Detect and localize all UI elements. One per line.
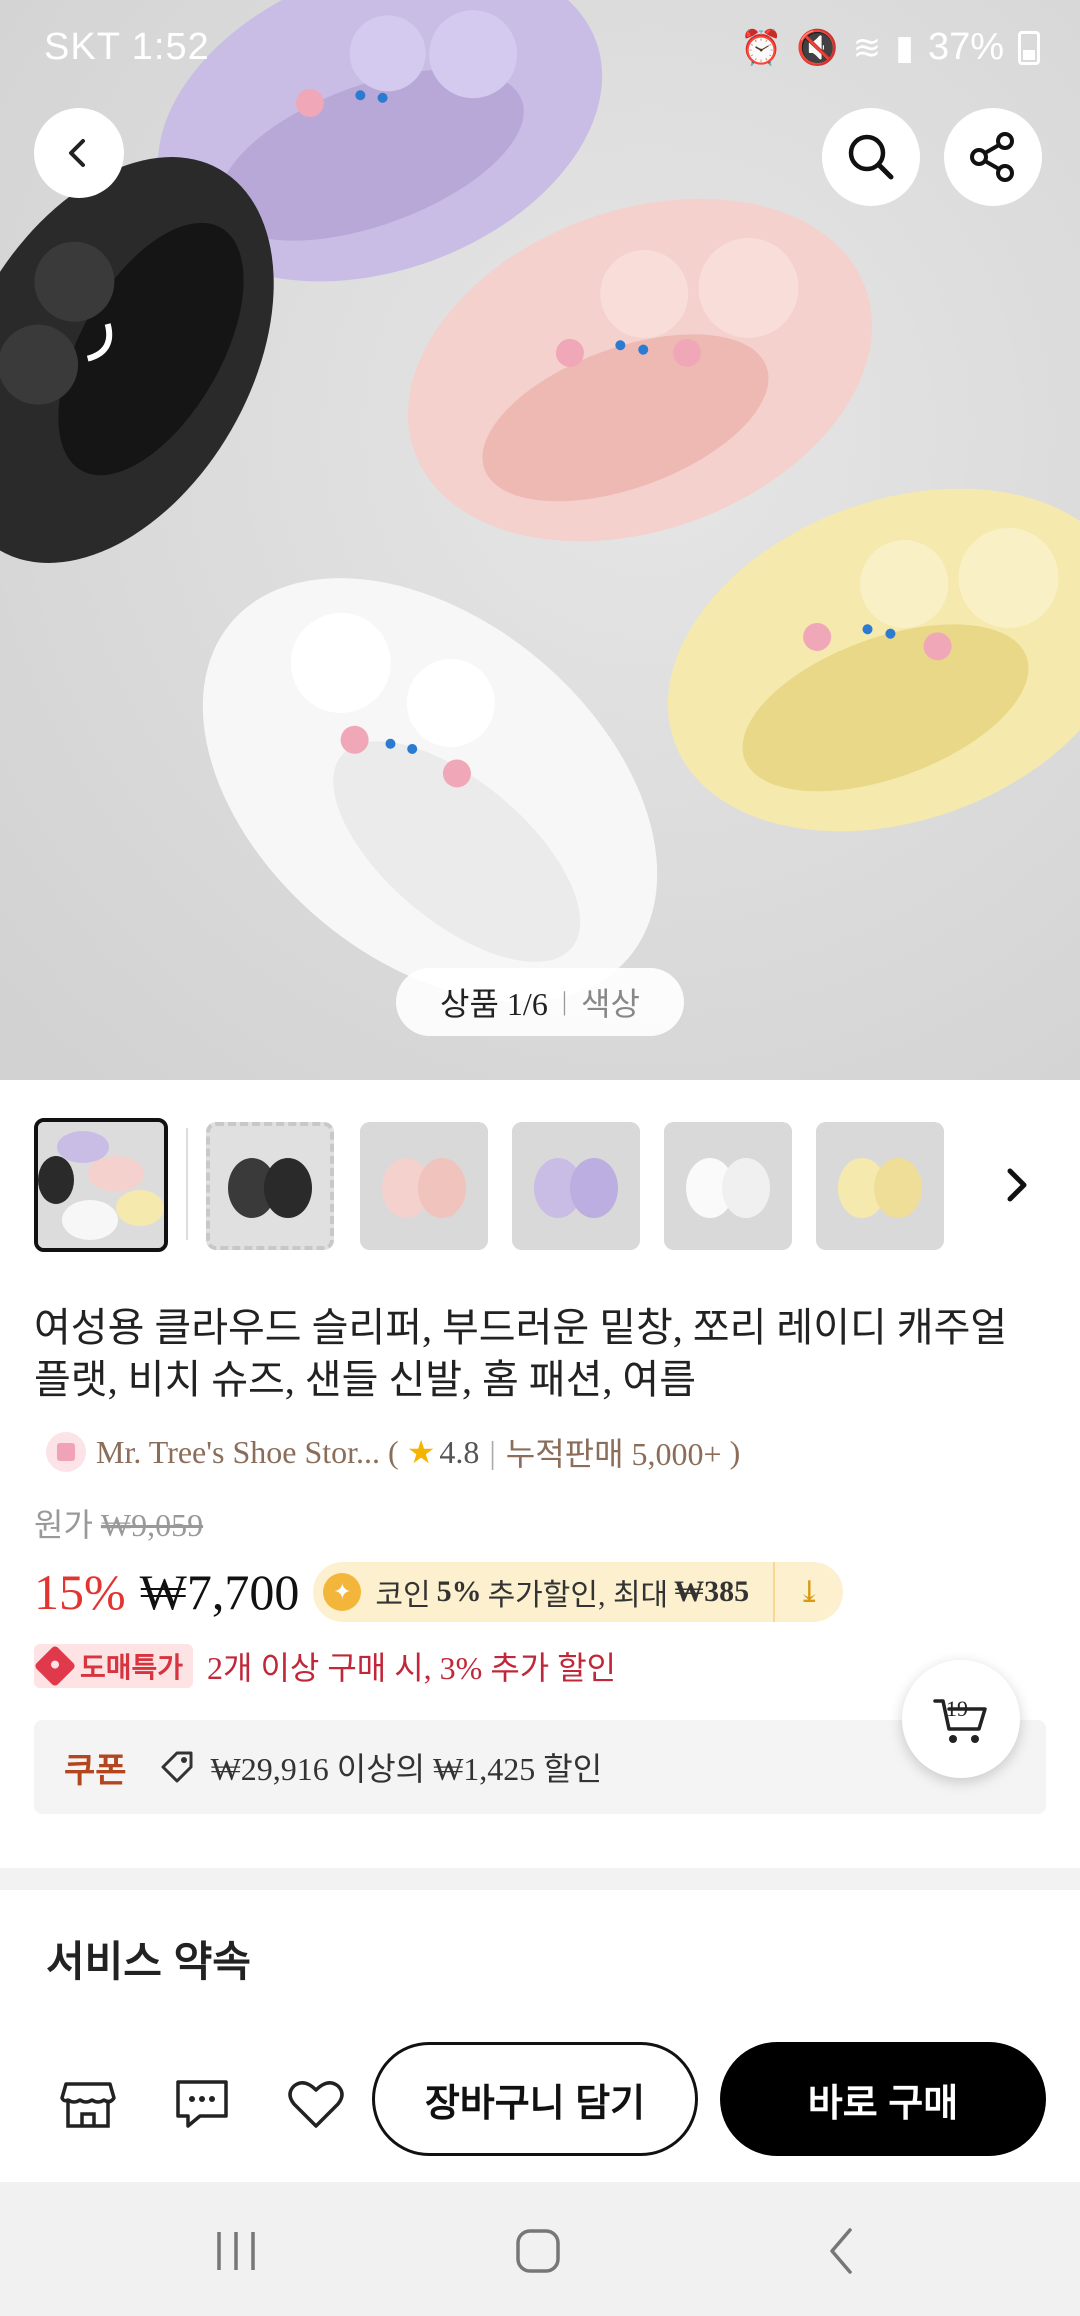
coupon-text: ₩29,916 이상의 ₩1,425 할인 — [210, 1751, 603, 1787]
thumbnail-divider — [186, 1128, 188, 1240]
floating-cart-button[interactable]: 19 — [902, 1660, 1020, 1778]
store-logo-icon — [46, 1432, 86, 1472]
thumbnail-image — [664, 1122, 792, 1250]
thumbnail-pink[interactable] — [360, 1122, 488, 1250]
chat-icon — [176, 2080, 228, 2128]
cart-count: 19 — [946, 1696, 968, 1721]
buy-now-button[interactable]: 바로 구매 — [720, 2042, 1046, 2156]
store-button[interactable] — [52, 2068, 124, 2140]
discount-percent: 15% — [34, 1564, 126, 1620]
thumbnail-image — [816, 1122, 944, 1250]
paren-open: ( — [380, 1433, 399, 1470]
signal-icon: ▮ — [895, 28, 914, 67]
thumbnail-strip — [34, 1118, 1080, 1252]
coin-discount-pill[interactable]: ✦ 코인 5% 추가할인, 최대 ₩385 ⤓ — [313, 1562, 844, 1622]
thumbnail-image — [512, 1122, 640, 1250]
thumbnail-image — [38, 1122, 164, 1248]
tab-product[interactable]: 상품 1/6 — [440, 979, 548, 1025]
star-icon: ★ — [406, 1434, 436, 1470]
chat-button[interactable] — [166, 2068, 238, 2140]
thumbnail-image — [228, 1158, 312, 1218]
battery-percent: 37% — [927, 26, 1004, 68]
wholesale-badge: 도매특가 — [33, 1644, 194, 1688]
product-image[interactable]: SKT 1:52 ⏰ 🔇 ≋ ▮ 37% 상품 1/6 | 색상 — [0, 0, 1080, 1080]
system-nav-bar — [0, 2182, 1080, 2316]
tab-color[interactable]: 색상 — [581, 979, 640, 1025]
store-row[interactable]: Mr. Tree's Shoe Stor... ( ★ 4.8 | 누적판매 5… — [46, 1428, 740, 1476]
tag-icon — [157, 1747, 197, 1787]
recent-apps-button[interactable] — [196, 2216, 276, 2286]
mute-icon: 🔇 — [796, 28, 839, 67]
coin-text-mid: 추가할인, 최대 — [487, 1579, 669, 1612]
coin-icon: ✦ — [323, 1573, 362, 1611]
carrier-time: SKT 1:52 — [44, 26, 210, 68]
system-back-button[interactable] — [802, 2216, 882, 2286]
wholesale-badge-label: 도매특가 — [80, 1652, 184, 1683]
price-row: 15% ₩7,700 ✦ 코인 5% 추가할인, 최대 ₩385 ⤓ — [34, 1560, 844, 1624]
thumbnail-black[interactable] — [206, 1122, 334, 1250]
add-to-cart-button[interactable]: 장바구니 담기 — [372, 2042, 698, 2156]
store-icon — [60, 2082, 116, 2128]
image-tab-pill: 상품 1/6 | 색상 — [396, 968, 684, 1036]
bottom-action-bar: 장바구니 담기 바로 구매 — [0, 2036, 1080, 2176]
download-icon[interactable]: ⤓ — [773, 1562, 843, 1622]
coin-text-pre: 코인 — [375, 1579, 431, 1612]
rating-separator: | — [489, 1433, 496, 1470]
pill-separator: | — [561, 987, 568, 1016]
home-button[interactable] — [498, 2216, 578, 2286]
back-arrow-icon — [830, 2228, 852, 2274]
store-name[interactable]: Mr. Tree's Shoe Stor... — [96, 1434, 380, 1471]
alarm-icon: ⏰ — [740, 28, 783, 67]
chevron-left-icon — [69, 139, 85, 167]
search-button[interactable] — [822, 108, 920, 206]
wholesale-row: 도매특가 2개 이상 구매 시, 3% 추가 할인 — [33, 1644, 617, 1688]
back-button[interactable] — [34, 108, 124, 198]
thumbnail-yellow[interactable] — [816, 1122, 944, 1250]
wifi-icon: ≋ — [852, 28, 882, 67]
thumbnail-purple[interactable] — [512, 1122, 640, 1250]
coupon-row[interactable]: 쿠폰 ₩29,916 이상의 ₩1,425 할인 — [34, 1720, 1046, 1814]
thumbnail-white[interactable] — [664, 1122, 792, 1250]
sales-count: 누적판매 5,000+ — [505, 1436, 722, 1472]
service-title: 서비스 약속 — [46, 1938, 251, 1985]
original-price: ₩9,059 — [100, 1507, 204, 1543]
original-price-row: 원가 ₩9,059 — [34, 1500, 203, 1546]
rating-value: 4.8 — [439, 1433, 480, 1470]
paren-close: ) — [721, 1433, 741, 1470]
product-title: 여성용 클라우드 슬리퍼, 부드러운 밑창, 쪼리 레이디 캐주얼 플랫, 비치… — [34, 1305, 1008, 1402]
coin-percent: 5% — [436, 1575, 482, 1608]
sale-price: ₩7,700 — [139, 1564, 300, 1620]
wholesale-text: 2개 이상 구매 시, 3% 추가 할인 — [207, 1650, 617, 1686]
original-label: 원가 — [34, 1507, 93, 1543]
coupon-label: 쿠폰 — [64, 1751, 127, 1790]
home-icon — [516, 2229, 560, 2273]
thumbnail-image — [360, 1122, 488, 1250]
coin-max: ₩385 — [674, 1575, 750, 1608]
recent-apps-icon — [217, 2232, 255, 2270]
battery-icon — [1018, 30, 1040, 65]
share-icon — [970, 132, 1014, 182]
search-icon — [848, 134, 894, 180]
price-tag-icon — [33, 1644, 77, 1688]
thumbnail-mixed[interactable] — [34, 1118, 168, 1252]
wishlist-button[interactable] — [280, 2068, 352, 2140]
heart-icon — [288, 2081, 344, 2128]
share-button[interactable] — [944, 108, 1042, 206]
status-bar: SKT 1:52 ⏰ 🔇 ≋ ▮ 37% — [0, 0, 1080, 96]
section-divider — [0, 1868, 1080, 1890]
chevron-right-icon — [1007, 1168, 1027, 1202]
thumbnail-next-button[interactable] — [992, 1150, 1042, 1220]
